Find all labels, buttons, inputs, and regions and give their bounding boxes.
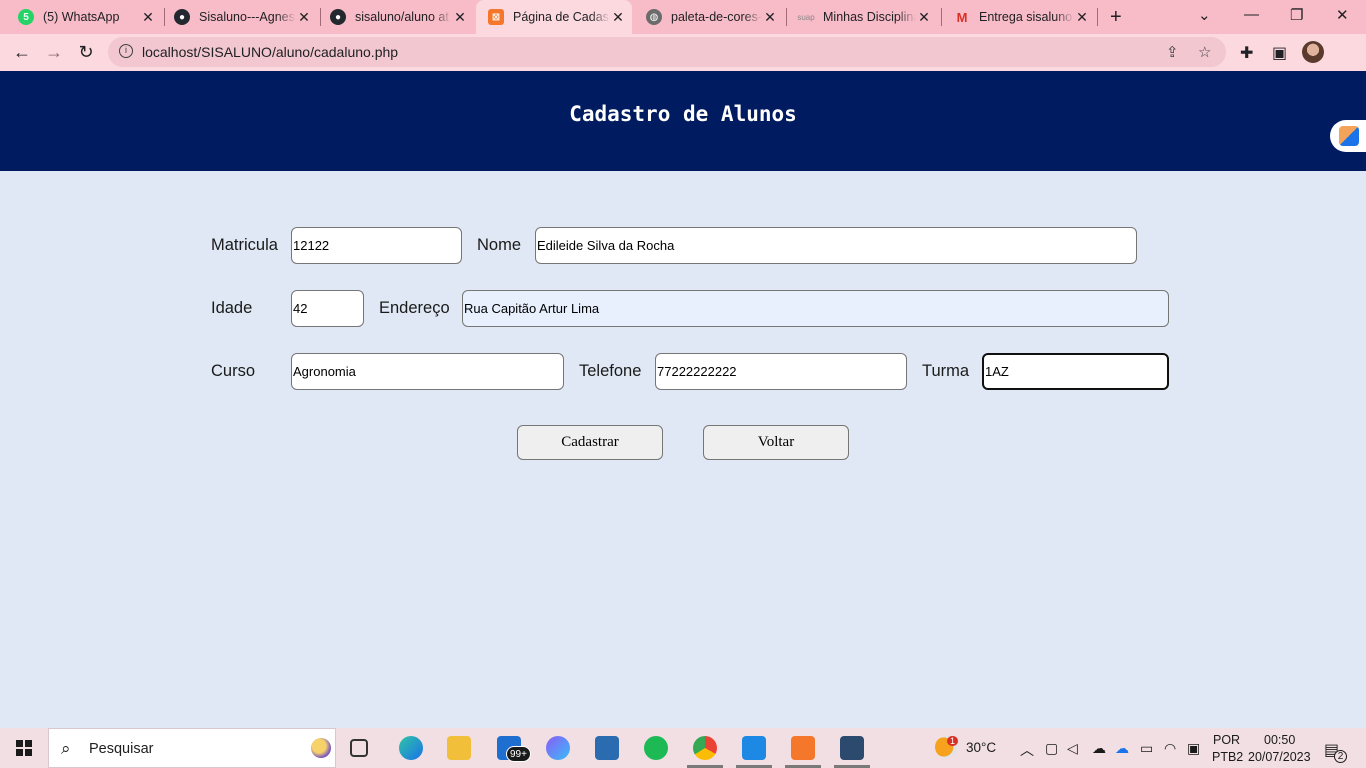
taskbar-search-placeholder: Pesquisar [89,741,154,757]
voltar-button[interactable]: Voltar [703,425,849,460]
onedrive-icon[interactable]: ☁ [1115,740,1129,757]
tab-title: Entrega sisaluno [979,10,1073,24]
tab-gmail-entrega[interactable]: M Entrega sisaluno ✕ [936,4,1096,30]
side-panel-icon[interactable]: ▣ [1272,43,1287,63]
task-view-icon[interactable] [350,739,368,757]
tab-paleta-cores[interactable]: ◍ paleta-de-cores- ✕ [628,4,784,30]
input-language-line2[interactable]: PTB2 [1212,750,1243,764]
matricula-input[interactable] [291,227,462,264]
curso-input[interactable] [291,353,564,390]
vscode-icon[interactable] [736,736,772,768]
turma-input[interactable] [982,353,1169,390]
profile-avatar[interactable] [1302,41,1324,63]
tab-minhas-disciplinas[interactable]: suap Minhas Disciplinas ✕ [780,4,938,30]
close-tab-icon[interactable]: ✕ [140,9,156,26]
edge-icon[interactable] [399,736,423,760]
whatsapp-icon: 5 [18,9,34,25]
taskbar: ⌕ Pesquisar [0,728,1366,768]
endereco-input[interactable] [462,290,1169,327]
spotify-icon[interactable] [644,736,668,760]
tab-title: (5) WhatsApp [43,10,120,24]
weather-alert-badge: 1 [947,736,959,746]
tab-search-chevron-icon[interactable]: ⌄ [1198,6,1211,24]
minimize-icon[interactable]: — [1244,6,1259,23]
cadastrar-button[interactable]: Cadastrar [517,425,663,460]
xampp-icon[interactable] [785,736,821,768]
browser-toolbar: ← → ↻ i localhost/SISALUNO/aluno/cadalun… [0,34,1366,71]
tab-title: paleta-de-cores- [671,10,762,24]
meet-icon[interactable]: ▢ [1045,740,1058,757]
github-icon: ● [174,9,190,25]
matricula-label: Matricula [211,236,278,254]
site-info-icon[interactable]: i [119,44,133,58]
nome-label: Nome [477,236,522,254]
tab-whatsapp[interactable]: 5 (5) WhatsApp ✕ [0,4,162,30]
copilot-icon[interactable] [546,736,570,760]
tab-title: Página de Cadastro [513,10,610,24]
endereco-label: Endereço [379,299,450,317]
close-tab-icon[interactable]: ✕ [916,9,932,26]
mysql-workbench-icon[interactable] [834,736,870,768]
page-title: Cadastro de Alunos [569,102,797,126]
tab-title: Sisaluno---Agnes [199,10,295,24]
share-icon[interactable]: ⇪ [1166,43,1179,61]
taskbar-search[interactable]: ⌕ Pesquisar [48,728,336,768]
turma-label: Turma [922,362,970,380]
tab-title: sisaluno/aluno at [355,10,449,24]
windows-start-icon[interactable] [16,740,32,756]
weather-temperature[interactable]: 30°C [966,740,996,755]
reload-icon[interactable]: ↻ [74,40,98,64]
notifications-count: 2 [1334,750,1347,763]
restore-icon[interactable]: ❐ [1290,6,1303,24]
search-icon: ⌕ [61,739,71,758]
browser-tab-strip: 5 (5) WhatsApp ✕ ● Sisaluno---Agnes ✕ ● … [0,0,1366,34]
close-tab-icon[interactable]: ✕ [762,9,778,26]
tab-separator [1097,8,1098,26]
clock-date[interactable]: 20/07/2023 [1248,750,1311,764]
url-text[interactable]: localhost/SISALUNO/aluno/cadaluno.php [142,44,398,60]
address-bar[interactable]: i localhost/SISALUNO/aluno/cadaluno.php … [108,37,1226,67]
close-tab-icon[interactable]: ✕ [296,9,312,26]
close-tab-icon[interactable]: ✕ [1074,9,1090,26]
xampp-icon: ⊠ [488,9,504,25]
chrome-icon[interactable] [687,736,723,768]
globe-icon: ◍ [646,9,662,25]
telefone-label: Telefone [579,362,642,380]
translate-widget[interactable] [1330,120,1366,152]
tab-title: Minhas Disciplinas [823,10,916,24]
show-hidden-icons-chevron-icon[interactable]: ︿ [1020,740,1034,760]
close-window-icon[interactable]: ✕ [1336,6,1349,24]
file-explorer-icon[interactable] [447,736,471,760]
curso-label: Curso [211,362,256,380]
mail-count-badge: 99+ [506,746,531,762]
page-header: Cadastro de Alunos [0,71,1366,171]
search-highlight-icon [311,738,331,758]
telefone-input[interactable] [655,353,907,390]
nome-input[interactable] [535,227,1137,264]
idade-input[interactable] [291,290,364,327]
gmail-icon: M [956,9,968,25]
news-icon[interactable] [595,736,619,760]
bookmark-star-icon[interactable]: ☆ [1198,43,1211,61]
new-tab-icon[interactable]: + [1110,6,1122,29]
forward-icon[interactable]: → [42,40,66,64]
tab-pagina-cadastro[interactable]: ⊠ Página de Cadastro ✕ [476,0,632,34]
battery-icon[interactable]: ▭ [1140,740,1153,757]
onedrive-sync-icon[interactable]: ☁ [1092,740,1106,757]
github-icon: ● [330,9,346,25]
back-icon[interactable]: ← [10,40,34,64]
idade-label: Idade [211,299,253,317]
extensions-puzzle-icon[interactable]: ✚ [1240,43,1253,63]
input-language-line1[interactable]: POR [1213,733,1240,747]
tab-github-sisaluno[interactable]: ● Sisaluno---Agnes ✕ [156,4,318,30]
close-tab-icon[interactable]: ✕ [452,9,468,26]
clock-time[interactable]: 00:50 [1264,733,1295,747]
display-icon[interactable]: ▣ [1187,740,1200,757]
speaker-icon[interactable]: ◁ [1067,740,1078,757]
close-tab-icon[interactable]: ✕ [610,9,626,26]
translate-icon [1339,126,1359,146]
suap-icon: suap [797,12,815,22]
tab-github-aluno[interactable]: ● sisaluno/aluno at ✕ [312,4,474,30]
wifi-icon[interactable]: ◠ [1164,740,1176,757]
